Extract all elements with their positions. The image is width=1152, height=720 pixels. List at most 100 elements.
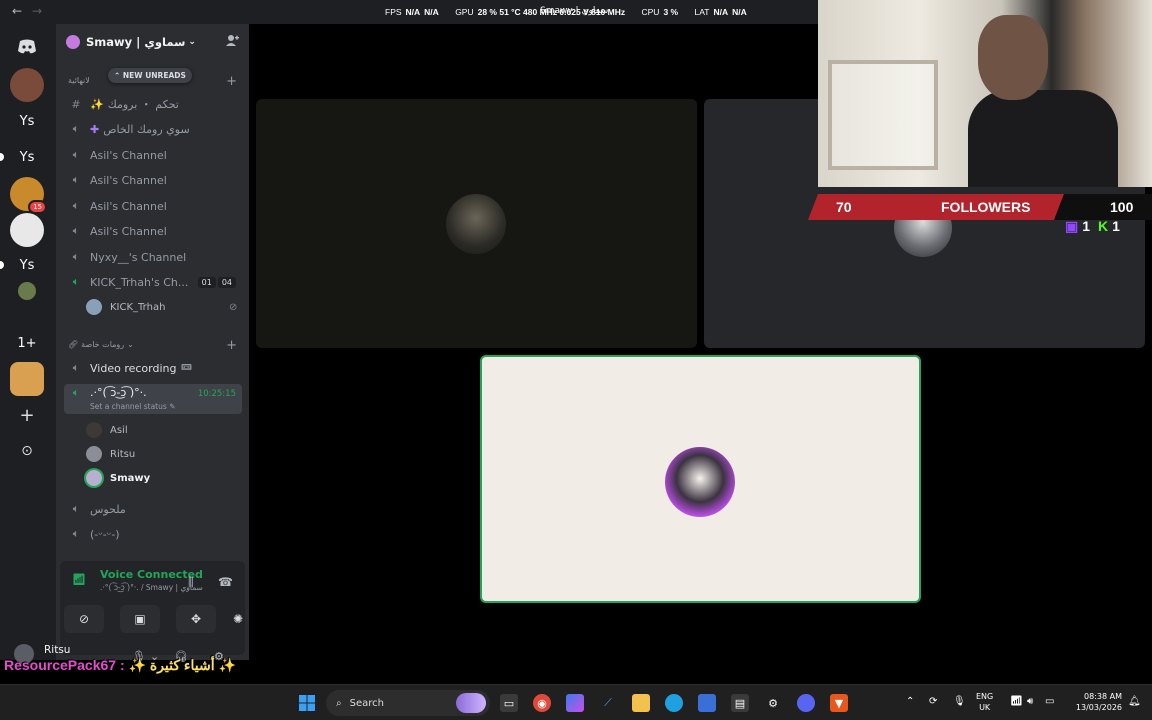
server-avatar-1[interactable]: [10, 68, 44, 102]
server-header[interactable]: Smawy | سماوي ⌄: [56, 24, 249, 60]
soundboard-button[interactable]: ✺: [232, 605, 244, 633]
channel-voice[interactable]: 🔈︎ Asil's Channel: [64, 195, 242, 217]
system-clock[interactable]: 08:38 AM 13/03/2026: [1070, 691, 1122, 713]
back-arrow-icon[interactable]: ←: [12, 4, 22, 18]
task-view-icon[interactable]: ▭: [500, 694, 518, 712]
add-member-icon[interactable]: [226, 34, 239, 51]
app-icon[interactable]: ⟋: [599, 694, 617, 712]
add-server-icon[interactable]: +: [10, 398, 44, 432]
follower-label: FOLLOWERS: [941, 199, 1031, 215]
camera-off-button[interactable]: ⊘: [64, 605, 104, 633]
discover-icon[interactable]: ⊙: [10, 434, 44, 468]
discord-home-icon[interactable]: [10, 30, 44, 64]
ticker-text: ResourcePack67: [4, 657, 117, 673]
brave-icon[interactable]: ▼: [830, 694, 848, 712]
avatar: [86, 422, 102, 438]
chrome-icon[interactable]: ◉: [533, 694, 551, 712]
channel-voice[interactable]: 🔈︎ KICK_Trhah's Ch... 01 04: [64, 271, 242, 293]
add-channel-icon[interactable]: +: [226, 338, 237, 353]
language-code: ENG: [976, 692, 994, 701]
store-icon[interactable]: ▤: [731, 694, 749, 712]
server-ys-3[interactable]: Ys: [10, 248, 44, 282]
video-tile[interactable]: [256, 99, 697, 348]
battery-icon[interactable]: ▭: [1045, 696, 1054, 707]
viewer-counts: ▣ 1 K1: [1065, 218, 1120, 235]
channel-voice[interactable]: 🔈︎ (-ᵕ-ᵕ-): [64, 523, 242, 545]
edge-icon[interactable]: [665, 694, 683, 712]
channel-voice[interactable]: 🔈︎ Nyxy__'s Channel: [64, 246, 242, 268]
server-ys-1[interactable]: Ys: [10, 104, 44, 138]
follower-count: 70: [836, 199, 852, 215]
channel-voice[interactable]: 🔈︎ Asil's Channel: [64, 220, 242, 242]
latency-label: LAT: [694, 7, 710, 17]
taskbar-search[interactable]: ⌕ Search: [326, 690, 490, 716]
video-tile-speaking[interactable]: [480, 355, 921, 603]
screen: ← → Smawy | سماوي FPS N/A N/A GPU 28 % 51 °…: [0, 0, 1152, 720]
user-name[interactable]: Ritsu: [44, 644, 70, 656]
channel-status-hint[interactable]: Set a channel status ✎: [90, 402, 175, 411]
discord-taskbar-icon[interactable]: [797, 694, 815, 712]
forward-arrow-icon[interactable]: →: [32, 4, 42, 18]
webcam-person-head: [978, 15, 1048, 100]
deafened-icon: ⊘: [229, 301, 238, 313]
server-ys-2[interactable]: Ys: [10, 140, 44, 174]
signal-icon[interactable]: 📶︎: [72, 573, 86, 586]
app-icon-2[interactable]: ⚙︎: [764, 694, 782, 712]
ticker-separator: :: [116, 657, 129, 673]
voice-user-speaking[interactable]: Smawy: [86, 467, 150, 489]
category-name: رومات خاصة: [81, 340, 125, 349]
channel-voice[interactable]: 🔈︎ Video recording 📼︎: [64, 357, 242, 379]
speaker-icon: 🔈︎: [72, 173, 80, 186]
channel-text[interactable]: # ✨ تحكم ・ برومك: [64, 93, 242, 115]
cpu-label: CPU: [641, 7, 660, 17]
wifi-icon[interactable]: 📶︎: [1010, 696, 1023, 707]
voice-user[interactable]: Ritsu: [86, 443, 135, 465]
noise-suppression-icon[interactable]: ⫼: [188, 575, 194, 590]
follower-goal-bar: 70 FOLLOWERS 100: [808, 193, 1152, 221]
copilot-icon[interactable]: [566, 694, 584, 712]
microphone-tray-icon[interactable]: 🎙︎: [953, 696, 966, 707]
server-1plus[interactable]: 1+: [10, 326, 44, 360]
disconnect-icon[interactable]: ☎︎: [218, 575, 233, 589]
channel-name: سوي رومك الخاص: [103, 122, 190, 136]
fps-value-2: N/A: [424, 7, 439, 17]
server-icon-small[interactable]: [18, 282, 36, 300]
channel-voice[interactable]: 🔈︎ Asil's Channel: [64, 169, 242, 191]
windows-start-icon[interactable]: [298, 694, 316, 712]
channel-name: Asil's Channel: [90, 199, 167, 213]
speaker-icon: 🔈︎: [72, 361, 80, 374]
add-channel-icon[interactable]: +: [226, 74, 237, 89]
new-unreads-label: NEW UNREADS: [122, 71, 186, 80]
activities-button[interactable]: ✥: [176, 605, 216, 633]
server-icon-white[interactable]: [10, 213, 44, 247]
outlook-icon[interactable]: [698, 694, 716, 712]
volume-icon[interactable]: 🔊︎: [1027, 696, 1033, 707]
share-screen-button[interactable]: ▣: [120, 605, 160, 633]
server-rail: Ys Ys 15 Ys 1+ + ⊙: [0, 24, 56, 660]
server-icon-food[interactable]: [10, 362, 44, 396]
sync-icon[interactable]: ⟳: [929, 696, 937, 707]
category-header[interactable]: لانهائية: [68, 76, 90, 85]
channel-name: (-ᵕ-ᵕ-): [90, 527, 120, 541]
server-icon-gold[interactable]: 15: [10, 177, 47, 214]
channel-voice[interactable]: 🔈︎ ✚ سوي رومك الخاص: [64, 118, 242, 140]
soundboard-icon: ✺: [232, 612, 244, 626]
new-unreads-pill[interactable]: ⌃ NEW UNREADS: [108, 68, 192, 83]
stream-ticker: ResourcePack67 : ✨ أشياء كثيرة ✨: [4, 657, 236, 674]
file-explorer-icon[interactable]: [632, 694, 650, 712]
voice-user[interactable]: KICK_Trhah ⊘: [86, 296, 237, 318]
tray-overflow-icon[interactable]: ⌃: [906, 696, 914, 707]
webcam-person-body: [968, 90, 1118, 187]
follower-goal: 100: [1110, 199, 1134, 215]
channel-name: Asil's Channel: [90, 173, 167, 187]
category-header[interactable]: 🔗︎ رومات خاصة ⌄: [68, 340, 134, 349]
voice-user[interactable]: Asil: [86, 419, 128, 441]
voice-user-name: Asil: [110, 424, 128, 436]
participant-avatar: [665, 447, 735, 517]
channel-name: تحكم ・ برومك: [107, 98, 179, 111]
channel-voice[interactable]: 🔈︎ Asil's Channel: [64, 144, 242, 166]
channel-voice-active[interactable]: 🔈︎ .·°( ͡ↄ-͜ↄ͡ )°·. 10:25:15 Set a chann…: [64, 384, 242, 414]
channel-voice[interactable]: 🔈︎ ملحوس: [64, 498, 242, 520]
language-indicator[interactable]: ENG UK: [976, 691, 993, 713]
notification-bell-icon[interactable]: 🔔︎: [1128, 696, 1141, 707]
